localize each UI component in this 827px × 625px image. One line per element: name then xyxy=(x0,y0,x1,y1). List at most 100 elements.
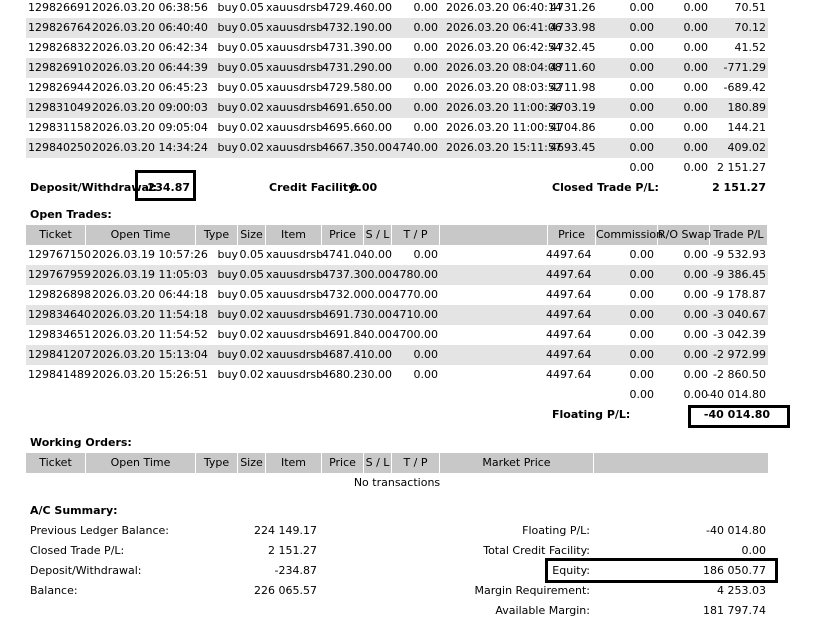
size-cell: 0.02 xyxy=(239,368,265,381)
close-time-cell: 2026.03.20 15:11:57 xyxy=(446,141,562,154)
close-time-cell: 2026.03.20 06:41:06 xyxy=(446,21,562,34)
ticket-cell: 129831049 xyxy=(28,101,91,114)
type-cell: buy xyxy=(217,308,238,321)
profit-cell: -771.29 xyxy=(723,61,766,74)
header-type: Type xyxy=(196,453,238,473)
size-cell: 0.02 xyxy=(239,101,265,114)
summary-prev-ledger-label: Previous Ledger Balance: xyxy=(30,524,170,537)
open-time-cell: 2026.03.20 11:54:52 xyxy=(92,328,208,341)
summary-deposit-value: -234.87 xyxy=(274,564,317,577)
summary-closed-pl-value: 2 151.27 xyxy=(268,544,317,557)
market-price-cell: 4497.64 xyxy=(546,348,592,361)
swap-cell: 0.00 xyxy=(683,101,709,114)
header-type: Type xyxy=(196,225,238,245)
type-cell: buy xyxy=(217,101,238,114)
size-cell: 0.02 xyxy=(239,328,265,341)
type-cell: buy xyxy=(217,61,238,74)
header-sl: S / L xyxy=(364,453,392,473)
ticket-cell: 129826764 xyxy=(28,21,91,34)
summary-margin-label: Margin Requirement: xyxy=(474,584,590,597)
price-cell: 4729.46 xyxy=(322,1,368,14)
working-orders-title: Working Orders: xyxy=(30,436,132,449)
sl-cell: 0.00 xyxy=(367,141,393,154)
summary-balance-value: 226 065.57 xyxy=(254,584,317,597)
item-cell: xauusdrsb xyxy=(266,1,324,14)
summary-floating-value: -40 014.80 xyxy=(706,524,766,537)
item-cell: xauusdrsb xyxy=(266,141,324,154)
credit-facility-value: 0.00 xyxy=(350,181,378,194)
tp-cell: 4780.00 xyxy=(392,268,439,281)
commission-cell: 0.00 xyxy=(629,288,655,301)
market-price-cell: 4497.64 xyxy=(546,328,592,341)
ticket-cell: 129834651 xyxy=(28,328,91,341)
ticket-cell: 129841489 xyxy=(28,368,91,381)
profit-cell: -689.42 xyxy=(723,81,766,94)
credit-facility-label: Credit Facility: xyxy=(269,181,360,194)
closed-trade-row: 129826764 2026.03.20 06:40:40 buy 0.05 xauus… xyxy=(26,18,768,38)
no-transactions-text: No transactions xyxy=(353,476,441,489)
profit-cell: 180.89 xyxy=(727,101,767,114)
swap-cell: 0.00 xyxy=(683,308,709,321)
summary-available-value: 181 797.74 xyxy=(703,604,766,617)
open-time-cell: 2026.03.20 15:26:51 xyxy=(92,368,208,381)
tp-cell: 4710.00 xyxy=(392,308,439,321)
tp-cell: 0.00 xyxy=(413,368,439,381)
swap-cell: 0.00 xyxy=(683,288,709,301)
swap-cell: 0.00 xyxy=(683,81,709,94)
close-price-cell: 4711.60 xyxy=(550,61,596,74)
close-price-cell: 4733.98 xyxy=(550,21,596,34)
item-cell: xauusdrsb xyxy=(266,121,324,134)
open-time-cell: 2026.03.20 09:05:04 xyxy=(92,121,208,134)
market-price-cell: 4497.64 xyxy=(546,368,592,381)
price-cell: 4731.29 xyxy=(322,61,368,74)
commission-cell: 0.00 xyxy=(629,328,655,341)
ticket-cell: 129840250 xyxy=(28,141,91,154)
open-total-pl: -40 014.80 xyxy=(706,388,766,401)
commission-cell: 0.00 xyxy=(629,141,655,154)
type-cell: buy xyxy=(217,1,238,14)
trade-pl-cell: -2 972.99 xyxy=(713,348,766,361)
type-cell: buy xyxy=(217,81,238,94)
price-cell: 4732.00 xyxy=(322,288,368,301)
swap-cell: 0.00 xyxy=(683,328,709,341)
header-size: Size xyxy=(238,453,266,473)
sl-cell: 0.00 xyxy=(367,328,393,341)
header-open-time: Open Time xyxy=(86,225,196,245)
tp-cell: 0.00 xyxy=(413,1,439,14)
price-cell: 4737.30 xyxy=(322,268,368,281)
statement-page: { "closed_rows": [ ["129826691","2026.03… xyxy=(0,0,827,625)
header-spacer xyxy=(440,225,548,245)
tp-cell: 0.00 xyxy=(413,21,439,34)
size-cell: 0.02 xyxy=(239,141,265,154)
sl-cell: 0.00 xyxy=(367,268,393,281)
header-price: Price xyxy=(322,225,364,245)
commission-cell: 0.00 xyxy=(629,348,655,361)
open-time-cell: 2026.03.20 06:38:56 xyxy=(92,1,208,14)
trade-pl-cell: -9 178.87 xyxy=(713,288,766,301)
summary-balance-label: Balance: xyxy=(30,584,78,597)
sl-cell: 0.00 xyxy=(367,121,393,134)
market-price-cell: 4497.64 xyxy=(546,268,592,281)
item-cell: xauusdrsb xyxy=(266,101,324,114)
tp-cell: 0.00 xyxy=(413,41,439,54)
price-cell: 4695.66 xyxy=(322,121,368,134)
swap-cell: 0.00 xyxy=(683,21,709,34)
open-trade-row: 129767959 2026.03.19 11:05:03 buy 0.05 xauus… xyxy=(26,265,768,285)
closed-trade-row: 129826910 2026.03.20 06:44:39 buy 0.05 xauus… xyxy=(26,58,768,78)
trade-pl-cell: -3 040.67 xyxy=(713,308,766,321)
open-time-cell: 2026.03.20 11:54:18 xyxy=(92,308,208,321)
size-cell: 0.05 xyxy=(239,41,265,54)
price-cell: 4731.39 xyxy=(322,41,368,54)
tp-cell: 0.00 xyxy=(413,121,439,134)
price-cell: 4741.04 xyxy=(322,248,368,261)
header-sl: S / L xyxy=(364,225,392,245)
trade-pl-cell: -9 386.45 xyxy=(713,268,766,281)
floating-pl-highlight-box xyxy=(688,405,790,428)
commission-cell: 0.00 xyxy=(629,268,655,281)
profit-cell: 144.21 xyxy=(727,121,767,134)
close-time-cell: 2026.03.20 06:42:54 xyxy=(446,41,562,54)
open-time-cell: 2026.03.20 06:40:40 xyxy=(92,21,208,34)
sl-cell: 0.00 xyxy=(367,308,393,321)
close-price-cell: 4693.45 xyxy=(550,141,596,154)
commission-cell: 0.00 xyxy=(629,121,655,134)
